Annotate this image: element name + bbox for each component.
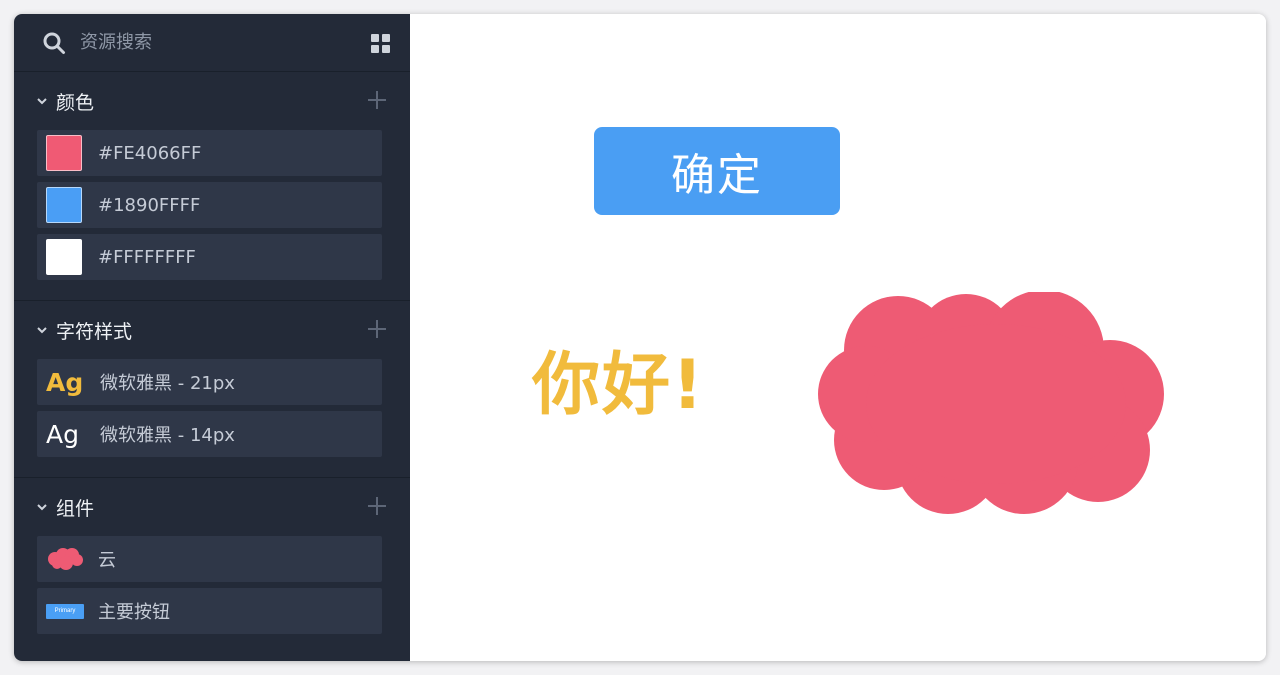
section-title: 字符样式 xyxy=(56,320,133,343)
colors-section-header[interactable]: 颜色 xyxy=(14,72,410,130)
cloud-thumbnail-icon xyxy=(48,548,83,570)
confirm-button[interactable]: 确定 xyxy=(594,127,840,215)
asset-sidebar: 颜色 #FE4066FF #1890FFFF #FFFFFFFF 字符样式 xyxy=(14,14,410,661)
chevron-down-icon[interactable] xyxy=(36,95,48,107)
chevron-down-icon[interactable] xyxy=(36,324,48,336)
color-item[interactable]: #FE4066FF xyxy=(37,130,382,176)
section-title: 组件 xyxy=(56,497,95,520)
text-style-item[interactable]: Ag 微软雅黑 - 21px xyxy=(37,359,382,405)
colors-section: 颜色 #FE4066FF #1890FFFF #FFFFFFFF xyxy=(14,72,410,301)
text-style-label: 微软雅黑 - 21px xyxy=(100,373,235,394)
text-style-sample: Ag xyxy=(46,419,79,449)
color-label: #1890FFFF xyxy=(98,194,201,216)
text-styles-section-header[interactable]: 字符样式 xyxy=(14,301,410,359)
add-color-icon[interactable] xyxy=(368,91,386,109)
app-window: 颜色 #FE4066FF #1890FFFF #FFFFFFFF 字符样式 xyxy=(14,14,1266,661)
color-label: #FFFFFFFF xyxy=(98,246,196,268)
search-bar xyxy=(14,14,410,72)
color-item[interactable]: #FFFFFFFF xyxy=(37,234,382,280)
search-input[interactable] xyxy=(80,32,330,53)
components-section-header[interactable]: 组件 xyxy=(14,478,410,536)
component-label: 云 xyxy=(98,550,116,571)
greeting-text[interactable]: 你好! xyxy=(532,329,705,428)
add-text-style-icon[interactable] xyxy=(368,320,386,338)
text-style-sample: Ag xyxy=(46,367,84,397)
color-swatch xyxy=(46,187,82,223)
chevron-down-icon[interactable] xyxy=(36,501,48,513)
text-styles-section: 字符样式 Ag 微软雅黑 - 21px Ag 微软雅黑 - 14px xyxy=(14,301,410,478)
components-section: 组件 云 Primary 主要按钮 xyxy=(14,478,410,654)
design-canvas[interactable]: 确定 你好! xyxy=(410,14,1266,661)
text-style-item[interactable]: Ag 微软雅黑 - 14px xyxy=(37,411,382,457)
component-label: 主要按钮 xyxy=(98,602,170,623)
color-swatch xyxy=(46,135,82,171)
cloud-shape[interactable] xyxy=(816,292,1176,514)
color-label: #FE4066FF xyxy=(98,142,202,164)
add-component-icon[interactable] xyxy=(368,497,386,515)
button-thumbnail: Primary xyxy=(46,603,84,619)
grid-view-icon[interactable] xyxy=(371,34,390,53)
section-title: 颜色 xyxy=(56,91,95,114)
text-style-label: 微软雅黑 - 14px xyxy=(100,425,235,446)
color-swatch xyxy=(46,239,82,275)
search-icon[interactable] xyxy=(42,31,66,55)
color-item[interactable]: #1890FFFF xyxy=(37,182,382,228)
component-item[interactable]: Primary 主要按钮 xyxy=(37,588,382,634)
component-item[interactable]: 云 xyxy=(37,536,382,582)
